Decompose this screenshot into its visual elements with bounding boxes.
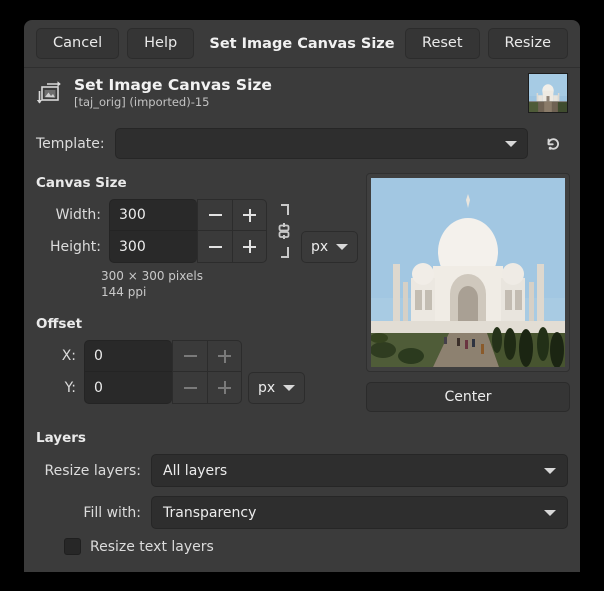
canvas-size-section-label: Canvas Size: [36, 175, 358, 191]
plus-icon: [243, 240, 256, 253]
canvas-size-fields: Width: 300 Height: 300: [36, 199, 358, 263]
resize-button[interactable]: Resize: [488, 28, 568, 59]
left-column: Canvas Size Width: 300 Height:: [36, 173, 358, 412]
chevron-down-icon: [505, 141, 517, 147]
width-increment-button[interactable]: [232, 199, 267, 231]
fill-with-value: Transparency: [163, 505, 536, 521]
minus-icon: [184, 355, 197, 357]
header-text: Set Image Canvas Size [taj_orig] (import…: [74, 77, 528, 110]
offset-section-label: Offset: [36, 316, 358, 332]
taj-mahal-preview: [371, 178, 565, 367]
resize-text-layers-row: Resize text layers: [64, 538, 568, 555]
canvas-unit-value: px: [311, 239, 328, 255]
fill-with-row: Fill with: Transparency: [36, 496, 568, 529]
height-label: Height:: [36, 239, 109, 255]
fill-with-combo[interactable]: Transparency: [151, 496, 568, 529]
chevron-down-icon: [336, 244, 348, 250]
canvas-pixel-info: 300 × 300 pixels: [101, 268, 358, 284]
offset-y-stepper: 0: [84, 372, 242, 404]
reset-button[interactable]: Reset: [405, 28, 480, 59]
page-title: Set Image Canvas Size: [74, 77, 528, 94]
resize-text-layers-label: Resize text layers: [90, 539, 214, 555]
dialog-titlebar: Cancel Help Set Image Canvas Size Reset …: [24, 20, 580, 68]
width-stepper: 300: [109, 199, 267, 231]
offset-x-row: X: 0: [36, 340, 242, 372]
offset-x-increment-button[interactable]: [207, 340, 242, 372]
resize-layers-combo[interactable]: All layers: [151, 454, 568, 487]
resize-layers-row: Resize layers: All layers: [36, 454, 568, 487]
offset-y-increment-button[interactable]: [207, 372, 242, 404]
template-row: Template:: [36, 128, 568, 159]
resize-layers-value: All layers: [163, 463, 536, 479]
width-decrement-button[interactable]: [197, 199, 232, 231]
offset-x-decrement-button[interactable]: [172, 340, 207, 372]
canvas-unit-wrap: px: [295, 199, 358, 263]
width-row: Width: 300: [36, 199, 267, 231]
help-button[interactable]: Help: [127, 28, 194, 59]
taj-mahal-thumbnail: [528, 73, 568, 113]
height-increment-button[interactable]: [232, 231, 267, 263]
offset-unit-wrap: px: [242, 340, 305, 404]
minus-icon: [184, 387, 197, 389]
template-label: Template:: [36, 136, 105, 152]
height-stepper: 300: [109, 231, 267, 263]
fill-with-label: Fill with:: [36, 505, 151, 521]
canvas-unit-combo[interactable]: px: [301, 231, 358, 263]
height-decrement-button[interactable]: [197, 231, 232, 263]
offset-x-label: X:: [36, 348, 84, 364]
titlebar-right-buttons: Reset Resize: [405, 28, 568, 59]
image-name-label: [taj_orig] (imported)-15: [74, 95, 528, 110]
height-input[interactable]: 300: [109, 231, 197, 263]
offset-x-stepper: 0: [84, 340, 242, 372]
set-image-canvas-size-dialog: Cancel Help Set Image Canvas Size Reset …: [24, 20, 580, 572]
canvas-size-spinners: Width: 300 Height: 300: [36, 199, 267, 263]
chevron-down-icon: [283, 385, 295, 391]
cancel-button[interactable]: Cancel: [36, 28, 119, 59]
canvas-preview[interactable]: [366, 173, 570, 372]
chevron-down-icon: [544, 510, 556, 516]
chain-broken-icon[interactable]: [273, 199, 295, 263]
reset-icon[interactable]: [538, 129, 568, 159]
width-label: Width:: [36, 207, 109, 223]
template-combo[interactable]: [115, 128, 528, 159]
offset-spinners: X: 0 Y: 0: [36, 340, 242, 404]
plus-icon: [218, 350, 231, 363]
dialog-body: Template: Canvas Size: [24, 116, 580, 555]
dialog-header: Set Image Canvas Size [taj_orig] (import…: [24, 68, 580, 116]
offset-fields: X: 0 Y: 0: [36, 340, 358, 404]
canvas-size-icon: [36, 78, 66, 108]
offset-y-row: Y: 0: [36, 372, 242, 404]
resize-text-layers-checkbox[interactable]: [64, 538, 81, 555]
plus-icon: [218, 381, 231, 394]
titlebar-left-buttons: Cancel Help: [36, 28, 194, 59]
resize-layers-label: Resize layers:: [36, 463, 151, 479]
minus-icon: [209, 246, 222, 248]
offset-y-decrement-button[interactable]: [172, 372, 207, 404]
plus-icon: [243, 209, 256, 222]
offset-unit-combo[interactable]: px: [248, 372, 305, 404]
layers-section-label: Layers: [36, 430, 568, 446]
minus-icon: [209, 214, 222, 216]
height-row: Height: 300: [36, 231, 267, 263]
right-column: Center: [358, 173, 570, 412]
center-button[interactable]: Center: [366, 382, 570, 412]
offset-y-input[interactable]: 0: [84, 372, 172, 404]
canvas-resolution-info: 144 ppi: [101, 284, 358, 300]
width-input[interactable]: 300: [109, 199, 197, 231]
chevron-down-icon: [544, 468, 556, 474]
offset-y-label: Y:: [36, 380, 84, 396]
offset-x-input[interactable]: 0: [84, 340, 172, 372]
offset-unit-value: px: [258, 380, 275, 396]
main-columns: Canvas Size Width: 300 Height:: [36, 173, 568, 412]
